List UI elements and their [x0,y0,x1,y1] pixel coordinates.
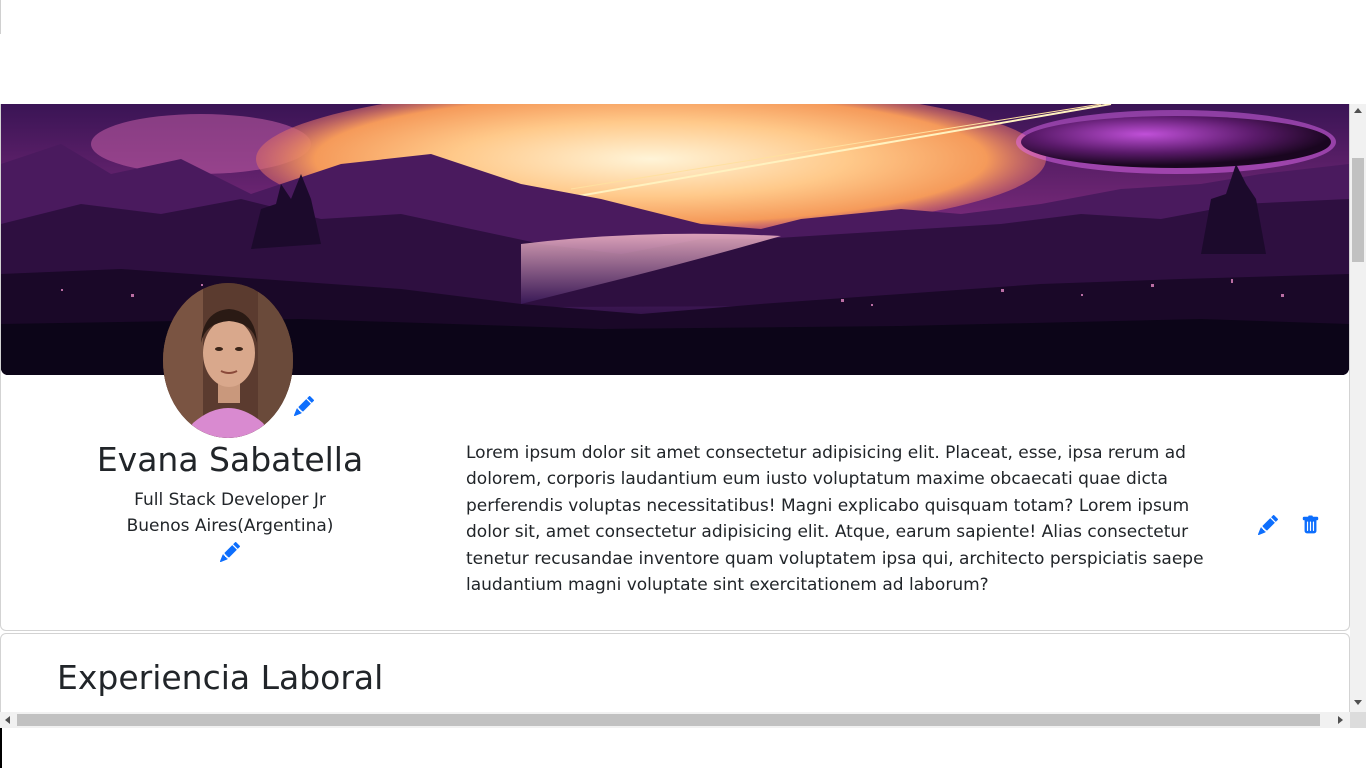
page-viewport: Evana Sabatella Full Stack Developer Jr … [0,104,1350,713]
pencil-icon [1258,515,1278,535]
profile-name: Evana Sabatella [96,440,364,479]
pencil-icon [294,396,314,416]
avatar [163,283,293,438]
edit-avatar-button[interactable] [294,396,314,416]
pencil-icon [220,542,240,562]
scroll-right-icon[interactable] [1338,716,1343,724]
edit-about-button[interactable] [1258,515,1278,535]
edit-info-button[interactable] [220,542,240,562]
experience-section: Experiencia Laboral [0,633,1350,713]
vertical-scrollbar[interactable] [1350,104,1366,713]
profile-card: Evana Sabatella Full Stack Developer Jr … [0,104,1350,631]
section-title: Experiencia Laboral [57,658,384,697]
job-title: Full Stack Developer Jr [134,490,326,510]
scroll-left-icon[interactable] [5,716,10,724]
scrollbar-corner [1350,712,1366,728]
horizontal-scroll-thumb[interactable] [17,714,1320,726]
horizontal-scrollbar[interactable] [0,712,1350,728]
window-edge [0,728,2,768]
scroll-down-icon[interactable] [1354,700,1362,705]
delete-about-button[interactable] [1301,515,1320,535]
trash-icon [1301,515,1320,535]
about-text: Lorem ipsum dolor sit amet consectetur a… [466,443,1204,596]
location: Buenos Aires(Argentina) [126,516,334,536]
window-edge [0,0,1,34]
scroll-up-icon[interactable] [1354,108,1362,113]
vertical-scroll-thumb[interactable] [1352,158,1364,262]
